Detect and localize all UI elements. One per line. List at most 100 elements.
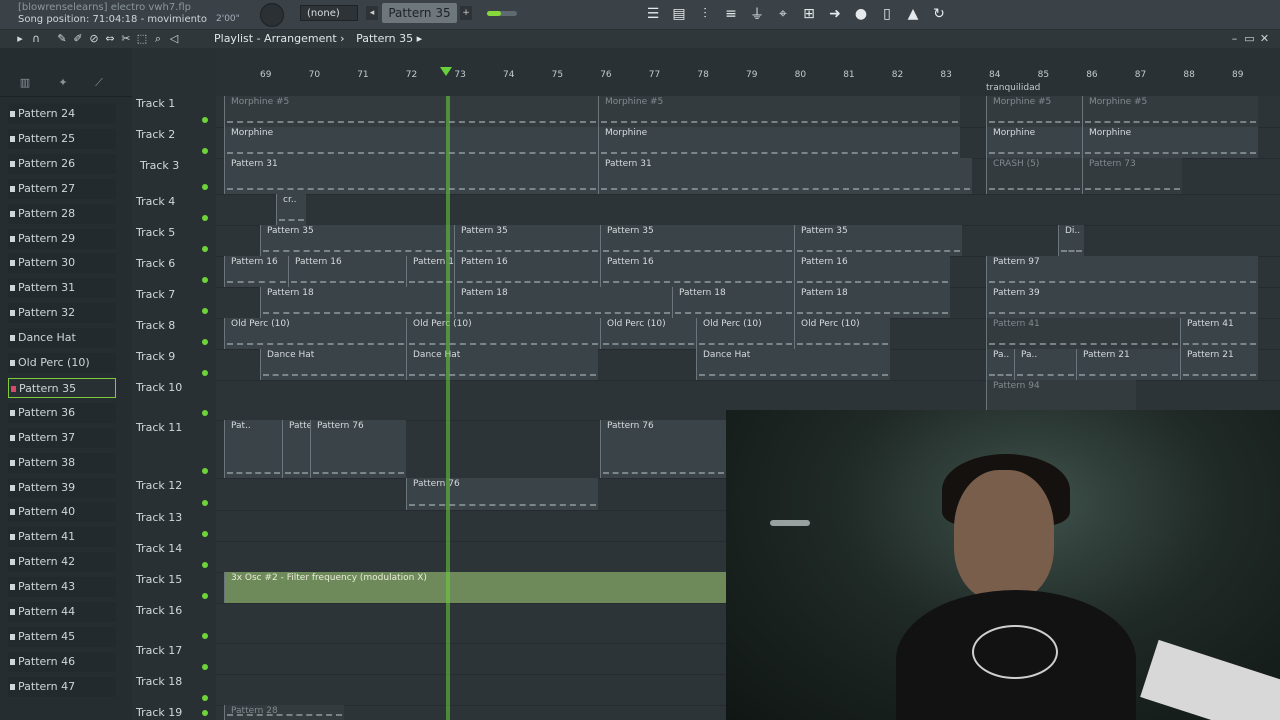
master-volume-slider[interactable] — [487, 11, 517, 16]
pattern-item[interactable]: Pattern 27 — [8, 178, 116, 199]
track-label[interactable]: Track 6 — [136, 257, 175, 270]
pattern-item[interactable]: Dance Hat — [8, 328, 116, 349]
playlist-clip[interactable]: Dance Hat — [406, 349, 598, 380]
track-row[interactable]: Morphine #5 Morphine #5 Morphine #5 Morphin… — [216, 96, 1280, 128]
track-row[interactable]: cr.. — [216, 194, 1280, 226]
track-mute-led[interactable] — [202, 215, 208, 221]
close-icon[interactable]: ✕ — [1257, 32, 1272, 45]
playlist-clip[interactable]: Morphine #5 — [598, 96, 960, 127]
magnet-icon[interactable]: ∩ — [28, 32, 44, 46]
track-label[interactable]: Track 2 — [136, 128, 175, 141]
track-mute-led[interactable] — [202, 370, 208, 376]
playlist-clip[interactable]: Pattern 18 — [794, 287, 950, 318]
track-mute-led[interactable] — [202, 468, 208, 474]
mixer-icon[interactable]: ⫶ — [692, 2, 718, 26]
track-row[interactable]: Old Perc (10) Old Perc (10) Old Perc (10) O… — [216, 318, 1280, 350]
tempo-icon[interactable]: ⊞ — [796, 2, 822, 26]
playlist-clip[interactable]: Pattern 35 — [600, 225, 794, 256]
track-row[interactable]: Pattern 31 Pattern 31 CRASH (5) Pattern 73 — [216, 158, 1280, 195]
track-label[interactable]: Track 8 — [136, 319, 175, 332]
pattern-item[interactable]: Pattern 35 — [8, 377, 116, 398]
refresh-icon[interactable]: ↻ — [926, 2, 952, 26]
playlist-clip[interactable]: Morphine — [224, 127, 598, 158]
track-mute-led[interactable] — [202, 148, 208, 154]
playlist-icon[interactable]: ☰ — [640, 2, 666, 26]
playlist-clip[interactable]: Pattern 76 — [406, 478, 598, 510]
pencil-icon[interactable]: ✎ — [54, 32, 70, 46]
playlist-clip[interactable]: Pattern 16 — [794, 256, 950, 287]
track-label[interactable]: Track 12 — [136, 479, 182, 492]
pattern-item[interactable]: Pattern 44 — [8, 602, 116, 622]
file-icon[interactable]: ▯ — [874, 2, 900, 26]
arrow-icon[interactable]: ➜ — [822, 2, 848, 26]
track-label[interactable]: Track 9 — [136, 350, 175, 363]
pattern-item[interactable]: Pattern 45 — [8, 626, 116, 647]
channel-selector[interactable]: (none) — [300, 5, 358, 21]
timeline-ruler[interactable]: tranquilidad 69 70 71 72 73 74 75 76 77 78 79 80 81 8… — [216, 48, 1280, 96]
track-label[interactable]: Track 4 — [136, 195, 175, 208]
playlist-clip[interactable]: Pattern 41 — [986, 318, 1180, 349]
playlist-clip[interactable]: Pattern 31 — [598, 158, 972, 194]
brush-icon[interactable]: ✐ — [70, 32, 86, 46]
playlist-clip[interactable]: Morphine #5 — [1082, 96, 1258, 127]
crumb-pattern[interactable]: Pattern 35 — [356, 32, 413, 45]
track-row[interactable]: Pattern 16 Pattern 16 Pattern 16 Pattern 16… — [216, 256, 1280, 288]
playlist-clip[interactable]: 3x Osc #2 - Filter frequency (modulation… — [224, 572, 726, 603]
plugin-icon[interactable]: ⏚ — [744, 2, 770, 26]
playlist-clip[interactable]: Pattern 16 — [224, 256, 288, 287]
picker-mode-icon[interactable]: ▥ — [18, 76, 32, 90]
track-label[interactable]: Track 14 — [136, 542, 182, 555]
track-mute-led[interactable] — [202, 593, 208, 599]
playlist-clip[interactable]: Pattern 73 — [1082, 158, 1182, 194]
playlist-clip[interactable]: Pattern 21 — [1076, 349, 1180, 380]
playlist-clip[interactable]: Morphine #5 — [986, 96, 1082, 127]
playlist-clip[interactable]: Pattern 16 — [600, 256, 794, 287]
playlist-clip[interactable]: cr.. — [276, 194, 306, 225]
pattern-item[interactable]: Pattern 36 — [8, 402, 116, 423]
piano-roll-icon[interactable]: ▤ — [666, 2, 692, 26]
track-row[interactable]: Morphine Morphine Morphine Morphine — [216, 127, 1280, 159]
playlist-clip[interactable]: Morphine — [986, 127, 1082, 158]
pattern-item[interactable]: Pattern 47 — [8, 676, 116, 697]
add-pattern-button[interactable]: + — [460, 6, 472, 20]
pattern-item[interactable]: Pattern 38 — [8, 452, 116, 473]
track-mute-led[interactable] — [202, 339, 208, 345]
track-mute-led[interactable] — [202, 633, 208, 639]
menu-arrow-icon[interactable]: ▸ — [12, 32, 28, 46]
track-mute-led[interactable] — [202, 308, 208, 314]
playlist-clip[interactable]: Di.. — [1058, 225, 1084, 256]
pattern-item[interactable]: Pattern 42 — [8, 552, 116, 573]
playlist-clip[interactable]: CRASH (5) — [986, 158, 1082, 194]
playlist-clip[interactable]: Pat.. — [224, 420, 282, 478]
pattern-item[interactable]: Pattern 26 — [8, 153, 116, 174]
track-label[interactable]: Track 19 — [136, 706, 182, 719]
playlist-clip[interactable]: Dance Hat — [696, 349, 890, 380]
playlist-clip[interactable]: Pa.. — [1014, 349, 1076, 380]
playlist-clip[interactable]: Pattern 16 — [288, 256, 406, 287]
playback-icon[interactable]: ◁ — [166, 32, 182, 46]
playlist-clip[interactable]: Pattern 97 — [986, 256, 1258, 287]
minimize-icon[interactable]: – — [1227, 32, 1242, 45]
pattern-item[interactable]: Pattern 41 — [8, 527, 116, 548]
track-row[interactable]: Pattern 18 Pattern 18 Pattern 18 Pattern 18… — [216, 287, 1280, 319]
pattern-item[interactable]: Pattern 32 — [8, 303, 116, 324]
track-label[interactable]: Track 16 — [136, 604, 182, 617]
playlist-clip[interactable]: Pattern 35 — [454, 225, 600, 256]
maximize-icon[interactable]: ▭ — [1242, 32, 1257, 45]
playlist-clip[interactable]: Pattern 76 — [600, 420, 726, 478]
playlist-clip[interactable]: Old Perc (10) — [406, 318, 600, 349]
pattern-item[interactable]: Old Perc (10) — [8, 353, 116, 373]
playlist-clip[interactable]: Pattern 76 — [282, 420, 310, 478]
browser-icon[interactable]: ⌖ — [770, 2, 796, 26]
track-label[interactable]: Track 5 — [136, 226, 175, 239]
track-row[interactable]: Pattern 35 Pattern 35 Pattern 35 Pattern 35… — [216, 225, 1280, 257]
playlist-clip[interactable]: Pattern 39 — [986, 287, 1258, 318]
picker-filter-icon[interactable]: ✦ — [56, 76, 70, 90]
playlist-clip[interactable]: Pattern 35 — [260, 225, 454, 256]
pattern-item[interactable]: Pattern 25 — [8, 128, 116, 149]
master-knob[interactable] — [260, 3, 284, 27]
pattern-item[interactable]: Pattern 31 — [8, 278, 116, 299]
playlist-clip[interactable]: Old Perc (10) — [224, 318, 406, 349]
playlist-clip[interactable]: Pa.. — [986, 349, 1014, 380]
playhead-marker[interactable] — [440, 67, 452, 76]
